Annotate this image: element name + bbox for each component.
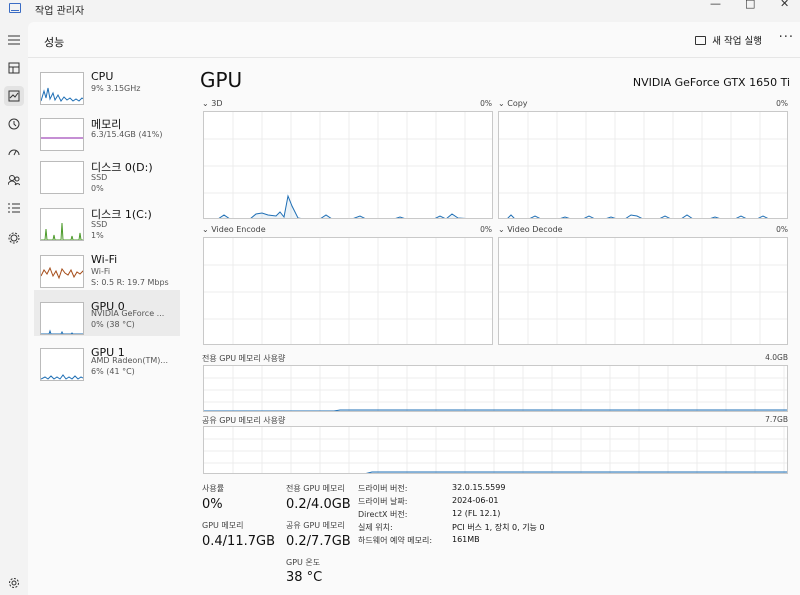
- resource-detail-2: 6% (41 °C): [91, 367, 135, 376]
- resource-detail: SSD: [91, 220, 108, 229]
- gpu-temperature-value: 38 °C: [286, 570, 323, 585]
- run-task-icon: [695, 35, 707, 45]
- dedicated-gpu-memory-label: 전용 GPU 메모리: [286, 484, 345, 493]
- shared-memory-label: 공유 GPU 메모리 사용량: [202, 416, 286, 425]
- resource-detail: NVIDIA GeForce ...: [91, 309, 165, 318]
- users-icon[interactable]: [4, 170, 24, 190]
- hamburger-icon[interactable]: [4, 30, 24, 50]
- cpu-thumbnail: [40, 72, 84, 105]
- resource-item-gpu-0[interactable]: GPU 0 NVIDIA GeForce ... 0% (38 °C): [34, 290, 180, 336]
- usage-value: 0%: [202, 497, 223, 512]
- graph-encode-percent: 0%: [480, 225, 492, 234]
- physical-location-value: PCI 버스 1, 장치 0, 기능 0: [452, 523, 545, 532]
- dedicated-memory-max: 4.0GB: [765, 353, 788, 362]
- services-icon[interactable]: [4, 228, 24, 248]
- graph-3d: [203, 111, 493, 219]
- navigation-rail: [0, 22, 28, 595]
- details-icon[interactable]: [4, 198, 24, 218]
- resource-item-memory[interactable]: 메모리 6.3/15.4GB (41%): [34, 106, 180, 152]
- title-bar: 작업 관리자 — □ ✕: [0, 0, 800, 22]
- graph-video-encode: [203, 237, 493, 345]
- resource-item-wifi[interactable]: Wi-Fi Wi-Fi S: 0.5 R: 19.7 Mbps: [34, 243, 180, 289]
- disk-1-thumbnail: [40, 208, 84, 241]
- resource-detail-2: 0%: [91, 184, 104, 193]
- directx-version-key: DirectX 버전:: [358, 510, 408, 519]
- resource-detail: Wi-Fi: [91, 267, 111, 276]
- memory-thumbnail: [40, 118, 84, 151]
- reserved-memory-value: 161MB: [452, 535, 480, 544]
- minimize-button[interactable]: —: [710, 0, 721, 10]
- processes-icon[interactable]: [4, 58, 24, 78]
- graph-encode-title: Video Encode: [211, 225, 266, 234]
- gpu-panel: GPU NVIDIA GeForce GTX 1650 Ti ⌄ 3D 0% ⌄…: [200, 58, 800, 595]
- settings-icon[interactable]: [4, 573, 24, 593]
- resource-detail: SSD: [91, 173, 108, 182]
- graph-copy-percent: 0%: [776, 99, 788, 108]
- graph-encode-label[interactable]: ⌄ Video Encode: [202, 225, 266, 234]
- app-history-icon[interactable]: [4, 114, 24, 134]
- shared-gpu-memory-value: 0.2/7.7GB: [286, 534, 351, 549]
- resource-detail: 9% 3.15GHz: [91, 84, 141, 93]
- gpu-0-thumbnail: [40, 302, 84, 335]
- resource-name: CPU: [91, 70, 114, 83]
- reserved-memory-key: 하드웨어 예약 메모리:: [358, 536, 433, 545]
- run-new-task-button[interactable]: 새 작업 실행: [695, 33, 762, 47]
- maximize-button[interactable]: □: [745, 0, 755, 10]
- resource-detail-2: S: 0.5 R: 19.7 Mbps: [91, 278, 169, 287]
- resource-name: Wi-Fi: [91, 253, 118, 266]
- performance-icon[interactable]: [4, 86, 24, 106]
- window-controls: — □ ✕: [690, 0, 800, 10]
- graph-dedicated-memory: [203, 365, 788, 412]
- resource-detail-2: 0% (38 °C): [91, 320, 135, 329]
- wifi-thumbnail: [40, 255, 84, 288]
- resource-item-disk-0[interactable]: 디스크 0(D:) SSD 0%: [34, 149, 180, 195]
- gpu-model-name: NVIDIA GeForce GTX 1650 Ti: [632, 76, 790, 89]
- graph-3d-label[interactable]: ⌄ 3D: [202, 99, 223, 108]
- resource-item-cpu[interactable]: CPU 9% 3.15GHz: [34, 60, 180, 106]
- gpu-heading: GPU: [200, 68, 243, 92]
- directx-version-value: 12 (FL 12.1): [452, 509, 501, 518]
- more-options-button[interactable]: ···: [779, 30, 794, 45]
- graph-video-decode: [498, 237, 788, 345]
- resource-detail: 6.3/15.4GB (41%): [91, 130, 163, 139]
- physical-location-key: 실제 위치:: [358, 523, 393, 532]
- page-header: 성능 새 작업 실행 ···: [28, 22, 800, 58]
- driver-date-key: 드라이버 날짜:: [358, 497, 408, 506]
- driver-date-value: 2024-06-01: [452, 496, 499, 505]
- gpu-memory-label: GPU 메모리: [202, 521, 244, 530]
- resource-detail: AMD Radeon(TM)...: [91, 356, 168, 365]
- run-new-task-label: 새 작업 실행: [712, 36, 762, 47]
- graph-3d-percent: 0%: [480, 99, 492, 108]
- resource-detail-2: 1%: [91, 231, 104, 240]
- task-manager-icon: [9, 3, 21, 13]
- graph-decode-label[interactable]: ⌄ Video Decode: [498, 225, 563, 234]
- gpu-1-thumbnail: [40, 348, 84, 381]
- resource-item-gpu-1[interactable]: GPU 1 AMD Radeon(TM)... 6% (41 °C): [34, 336, 180, 382]
- graph-copy: [498, 111, 788, 219]
- gpu-memory-value: 0.4/11.7GB: [202, 534, 275, 549]
- content-area: CPU 9% 3.15GHz 메모리 6.3/15.4GB (41%) 디스크 …: [28, 58, 800, 595]
- window-title: 작업 관리자: [35, 6, 85, 17]
- usage-label: 사용률: [202, 484, 225, 493]
- graph-decode-title: Video Decode: [507, 225, 563, 234]
- graph-3d-title: 3D: [211, 99, 223, 108]
- graph-decode-percent: 0%: [776, 225, 788, 234]
- dedicated-memory-label: 전용 GPU 메모리 사용량: [202, 354, 286, 363]
- startup-icon[interactable]: [4, 142, 24, 162]
- shared-gpu-memory-label: 공유 GPU 메모리: [286, 521, 345, 530]
- disk-0-thumbnail: [40, 161, 84, 194]
- close-button[interactable]: ✕: [780, 0, 789, 10]
- gpu-temperature-label: GPU 온도: [286, 558, 321, 567]
- shared-memory-max: 7.7GB: [765, 415, 788, 424]
- resource-item-disk-1[interactable]: 디스크 1(C:) SSD 1%: [34, 196, 180, 242]
- dedicated-gpu-memory-value: 0.2/4.0GB: [286, 497, 351, 512]
- driver-version-key: 드라이버 버전:: [358, 484, 408, 493]
- page-title: 성능: [44, 36, 65, 49]
- graph-shared-memory: [203, 426, 788, 474]
- driver-version-value: 32.0.15.5599: [452, 483, 506, 492]
- graph-copy-title: Copy: [507, 99, 528, 108]
- graph-copy-label[interactable]: ⌄ Copy: [498, 99, 528, 108]
- resource-list: CPU 9% 3.15GHz 메모리 6.3/15.4GB (41%) 디스크 …: [28, 58, 184, 595]
